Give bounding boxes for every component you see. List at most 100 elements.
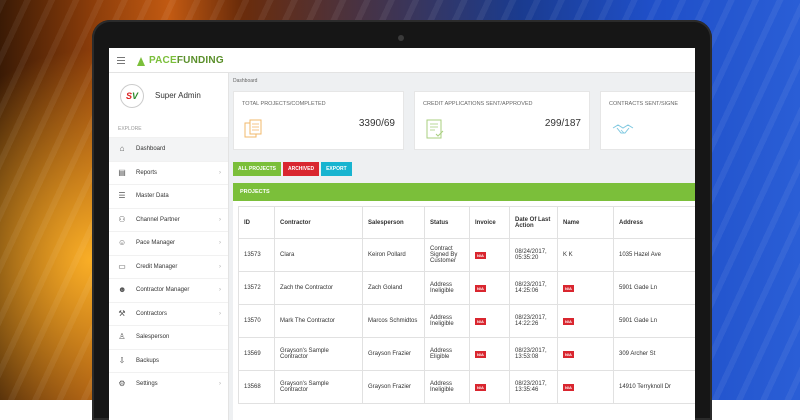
table-row[interactable]: 13568 Grayson's Sample Contractor Grayson … [238,370,695,404]
cell-invoice: N/A [469,370,510,404]
avatar[interactable]: SV [120,83,144,108]
project-tabs: ALL PROJECTS ARCHIVED EXPORT [233,162,352,176]
table-row[interactable]: 13573 Clara Keiron Pollard Contract Signed … [238,238,695,272]
na-badge: N/A [475,284,486,292]
sidebar-section-label: EXPLORE [118,126,142,132]
salesperson-icon: ♙ [118,332,126,342]
cell-status: Address Ineligible [424,370,470,404]
na-badge: N/A [563,383,574,391]
user-profile[interactable]: SV Super Admin [109,73,228,118]
cell-contractor: Zach the Contractor [274,271,363,305]
sidebar-item-master-data[interactable]: ☰ Master Data [109,184,228,208]
table-row[interactable]: 13569 Grayson's Sample Contractor Grayson … [238,337,695,371]
sidebar-item-label: Dashboard [136,146,166,153]
na-badge: N/A [475,383,486,391]
cell-salesperson: Keiron Pollard [362,238,425,272]
column-header-id[interactable]: ID [238,206,275,239]
cell-address: 1035 Hazel Ave [613,238,695,272]
cell-date: 08/24/2017, 05:35:20 [509,238,558,272]
sidebar-item-channel-partner[interactable]: ⚇ Channel Partner › [109,207,228,232]
cell-status: Address Eligible [424,337,470,371]
cell-salesperson: Zach Goland [362,271,425,305]
cell-status: Address Ineligible [424,304,470,338]
cell-status: Address Ineligible [424,271,470,305]
sidebar-item-contractors[interactable]: ⚒ Contractors › [109,301,228,326]
main-content: Dashboard TOTAL PROJECTS/COMPLETED 3390/… [228,73,695,420]
gear-icon: ⚙ [118,379,126,389]
column-header-date[interactable]: Date Of Last Action [509,206,558,239]
column-header-invoice[interactable]: Invoice [469,206,510,239]
cell-invoice: N/A [469,271,510,305]
sidebar-item-contractor-manager[interactable]: ☻ Contractor Manager › [109,278,228,302]
sidebar-item-label: Salesperson [136,334,170,341]
chevron-right-icon: › [219,240,221,246]
stat-card-projects: TOTAL PROJECTS/COMPLETED 3390/69 [233,91,404,150]
sidebar-item-reports[interactable]: ▤ Reports › [109,160,228,185]
export-button[interactable]: EXPORT [321,162,352,176]
chevron-right-icon: › [219,287,221,293]
table-row[interactable]: 13572 Zach the Contractor Zach Goland Addre… [238,271,695,305]
hamburger-menu-icon[interactable] [117,56,125,64]
cell-name: N/A [557,370,614,404]
sidebar-item-dashboard[interactable]: ⌂ Dashboard [109,137,228,161]
sidebar-item-label: Settings [136,381,158,388]
network-icon: ⚇ [118,214,126,224]
reports-icon: ▤ [118,167,126,177]
app-screen: PACE FUNDING SV Super Admin EXPLORE ⌂ Dash… [109,48,695,420]
backup-icon: ⇩ [118,355,126,365]
cell-name: N/A [557,337,614,371]
sidebar-item-label: Backups [136,357,160,364]
top-bar: PACE FUNDING [109,48,695,73]
cell-address: 5901 Gade Ln [613,304,695,338]
na-badge: N/A [475,251,486,259]
chevron-right-icon: › [219,263,221,270]
cell-id: 13568 [238,370,275,404]
column-header-contractor[interactable]: Contractor [274,206,363,239]
sidebar-item-label: Master Data [136,193,169,200]
cell-contractor: Mark The Contractor [274,304,363,338]
app-logo[interactable]: PACE FUNDING [137,55,224,66]
table-row[interactable]: 13570 Mark The Contractor Marcos Schmidtos… [238,304,695,338]
cell-salesperson: Grayson Frazier [362,337,425,371]
sidebar-item-salesperson[interactable]: ♙ Salesperson [109,325,228,349]
na-badge: N/A [475,317,486,325]
cell-date: 08/23/2017, 14:22:26 [509,304,558,338]
sidebar-item-label: Credit Manager [136,263,178,270]
cell-name: N/A [557,271,614,305]
stat-card-value: 299/187 [544,118,581,129]
sidebar-item-credit-manager[interactable]: ▭ Credit Manager › [109,254,228,279]
cell-contractor: Clara [274,238,363,272]
sidebar-item-label: Reports [136,169,158,176]
na-badge: N/A [563,284,574,292]
breadcrumb[interactable]: Dashboard [233,78,257,84]
cell-invoice: N/A [469,337,510,371]
stat-card-contracts: CONTRACTS SENT/SIGNE [600,91,695,150]
sidebar-item-pace-manager[interactable]: ☺ Pace Manager › [109,231,228,255]
sidebar-item-label: Pace Manager [136,240,176,247]
cell-date: 08/23/2017, 13:35:46 [509,370,558,404]
cell-salesperson: Marcos Schmidtos [362,304,425,338]
cell-salesperson: Grayson Frazier [362,370,425,404]
cell-date: 08/23/2017, 14:25:06 [509,271,558,305]
column-header-name[interactable]: Name [557,206,614,239]
column-header-status[interactable]: Status [424,206,470,239]
cell-id: 13572 [238,271,275,305]
sidebar-item-backups[interactable]: ⇩ Backups [109,348,228,373]
cell-id: 13573 [238,238,275,272]
cell-id: 13569 [238,337,275,371]
cell-name: K K [557,238,614,272]
sidebar-item-settings[interactable]: ⚙ Settings › [109,372,228,396]
tab-all-projects[interactable]: ALL PROJECTS [233,162,281,176]
sidebar-item-label: Contractor Manager [136,287,190,294]
tab-archived[interactable]: ARCHIVED [282,162,320,176]
column-header-salesperson[interactable]: Salesperson [362,206,425,239]
sidebar-item-label: Channel Partner [136,216,180,223]
cell-id: 13570 [238,304,275,338]
na-badge: N/A [475,350,486,358]
na-badge: N/A [563,317,574,325]
projects-panel-header: PROJECTS [233,183,695,201]
chevron-right-icon: › [219,381,221,387]
column-header-address[interactable]: Address [613,206,695,239]
projects-table-container[interactable]: ID Contractor Salesperson Status Invoice… [233,201,695,420]
logo-text-funding: FUNDING [176,54,224,66]
